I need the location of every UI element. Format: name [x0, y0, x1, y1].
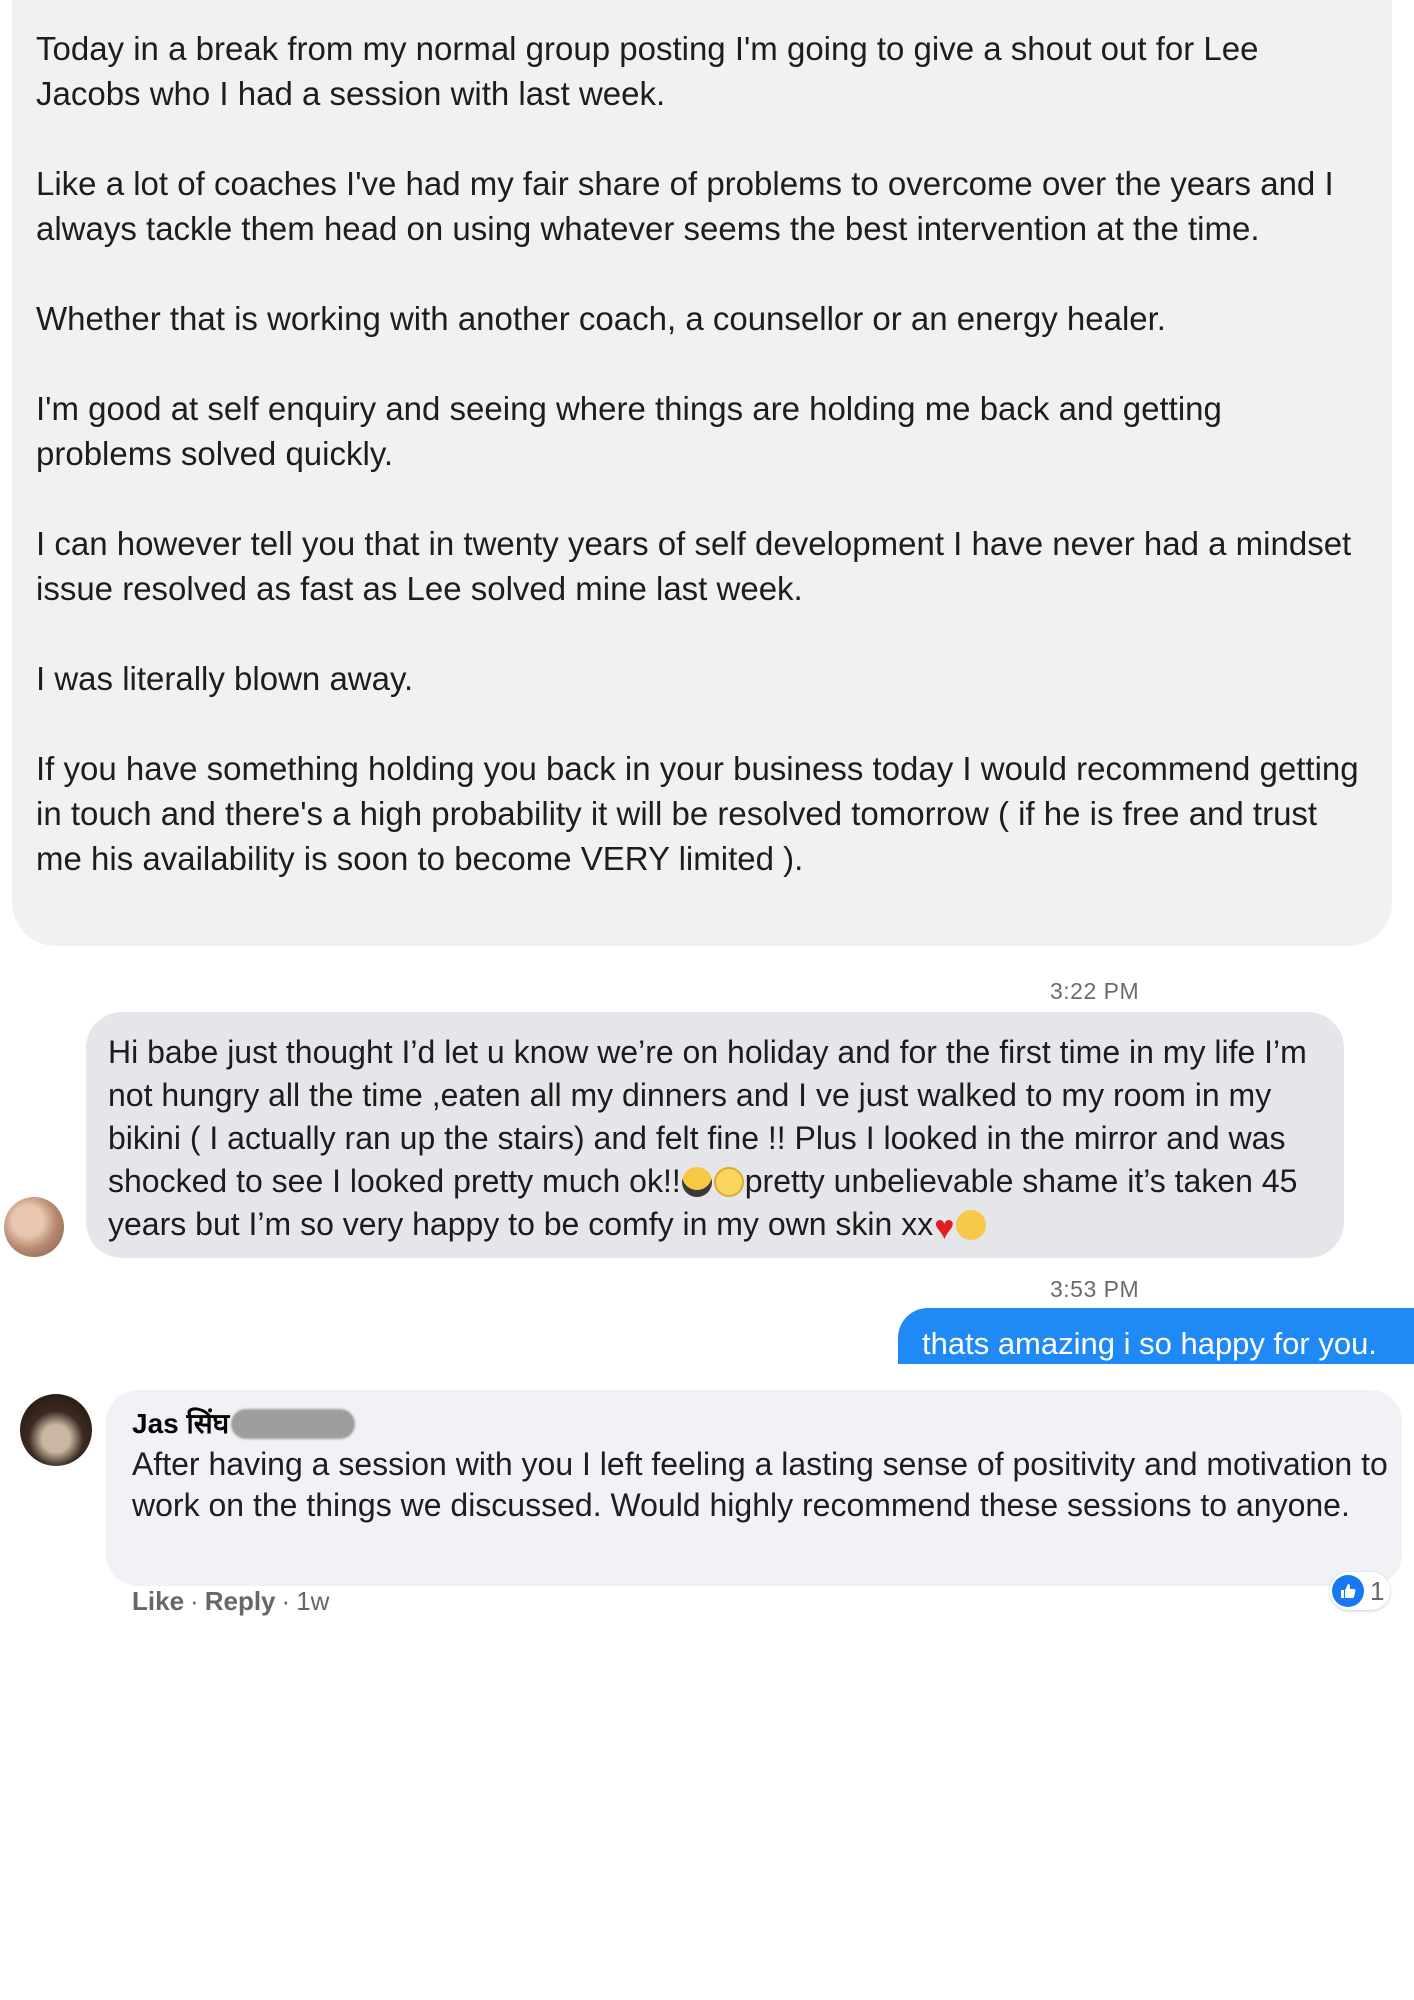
sender-avatar[interactable]: [4, 1197, 64, 1257]
message-timestamp: 3:53 PM: [1050, 1276, 1140, 1302]
post-paragraph: Whether that is working with another coa…: [36, 300, 1166, 337]
sent-message-text: thats amazing i so happy for you.: [922, 1326, 1377, 1361]
comment-time[interactable]: 1w: [296, 1586, 329, 1616]
comment-actions: Like · Reply · 1w: [132, 1586, 329, 1617]
comment-author-row: Jas सिंघ: [132, 1406, 1402, 1442]
reaction-summary[interactable]: 1: [1330, 1572, 1391, 1610]
grinning-emoji-icon: [713, 1167, 744, 1197]
post-paragraph: Today in a break from my normal group po…: [36, 30, 1259, 112]
comment-bubble: Jas सिंघ After having a session with you…: [106, 1390, 1402, 1586]
separator-dot: ·: [281, 1586, 291, 1616]
post-paragraph: I'm good at self enquiry and seeing wher…: [36, 390, 1222, 472]
post-paragraph: I can however tell you that in twenty ye…: [36, 525, 1352, 607]
red-heart-emoji-icon: ♥: [934, 1209, 955, 1247]
commenter-avatar[interactable]: [20, 1394, 92, 1466]
reply-link[interactable]: Reply: [205, 1586, 276, 1616]
sunglasses-emoji-icon: [681, 1167, 712, 1197]
kissing-emoji-icon: [956, 1210, 987, 1240]
thumbs-up-icon: [1332, 1575, 1364, 1607]
comment-author-name[interactable]: Jas सिंघ: [132, 1406, 229, 1442]
comment-text: After having a session with you I left f…: [132, 1446, 1388, 1523]
message-timestamp: 3:22 PM: [1050, 978, 1140, 1004]
post-paragraph: I was literally blown away.: [36, 660, 414, 697]
sent-message-bubble: thats amazing i so happy for you.: [898, 1308, 1414, 1364]
reaction-count: 1: [1370, 1575, 1385, 1606]
redacted-name-blur: [231, 1409, 356, 1439]
post-paragraph: Like a lot of coaches I've had my fair s…: [36, 165, 1334, 247]
separator-dot: ·: [190, 1586, 199, 1616]
like-link[interactable]: Like: [132, 1586, 184, 1616]
received-message-bubble: Hi babe just thought I’d let u know we’r…: [86, 1012, 1344, 1258]
post-card: Today in a break from my normal group po…: [12, 0, 1392, 946]
post-paragraph: If you have something holding you back i…: [36, 750, 1359, 877]
